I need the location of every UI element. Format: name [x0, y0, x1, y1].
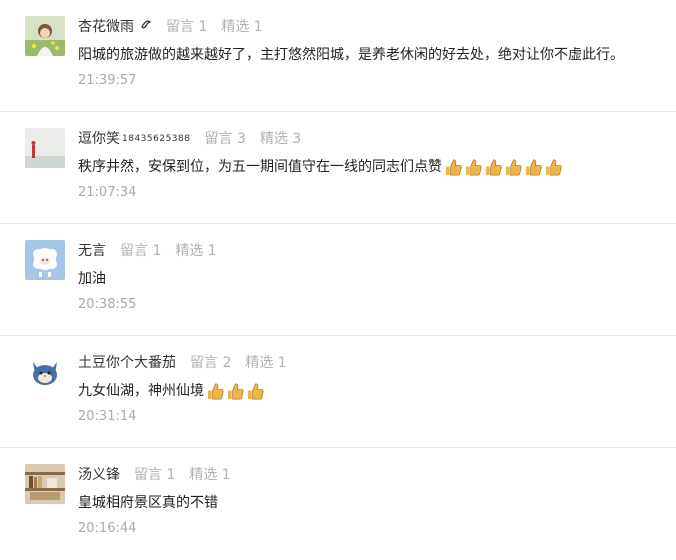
thumbs-up-icon	[206, 382, 225, 401]
thumbs-up-icon	[464, 158, 483, 177]
thumbs-up-icon	[544, 158, 563, 177]
comment-text-content: 加油	[78, 271, 106, 287]
leave-count: 留言 3	[204, 131, 246, 147]
comment-list: 杏花微雨 留言 1 精选 1 阳城的旅游做的越来越好了，主打悠然阳城，是养老休闲…	[0, 0, 676, 559]
pick-count: 精选 1	[189, 467, 231, 483]
comment-time: 20:16:44	[78, 521, 137, 536]
comment-meta: 逗你笑 18435625388 留言 3 精选 3	[78, 129, 301, 149]
avatar-sunset-silhouette[interactable]	[25, 128, 65, 168]
leave-count: 留言 1	[134, 467, 176, 483]
swirl-icon	[140, 17, 152, 37]
avatar-girl-in-field[interactable]	[25, 16, 65, 56]
comment-time: 21:39:57	[78, 73, 137, 88]
comment-meta: 汤义锋 留言 1 精选 1	[78, 465, 231, 485]
comment-text: 九女仙湖，神州仙境	[78, 381, 266, 401]
nickname[interactable]: 汤义锋	[78, 465, 120, 485]
leave-count: 留言 1	[166, 19, 208, 35]
avatar-bookshelf[interactable]	[25, 464, 65, 504]
comment-meta: 无言 留言 1 精选 1	[78, 241, 217, 261]
thumbs-up-icon	[246, 382, 265, 401]
comment-text-content: 阳城的旅游做的越来越好了，主打悠然阳城，是养老休闲的好去处，绝对让你不虚此行。	[78, 47, 624, 63]
comment-text: 皇城相府景区真的不错	[78, 493, 218, 513]
comment-meta: 土豆你个大番茄 留言 2 精选 1	[78, 353, 287, 373]
avatar-cartoon-sheep[interactable]	[25, 240, 65, 280]
thumbs-up-icon	[484, 158, 503, 177]
comment-item: 逗你笑 18435625388 留言 3 精选 3 秩序井然，安保到位，为五一期…	[0, 112, 676, 224]
comment-item: 无言 留言 1 精选 1 加油 20:38:55	[0, 224, 676, 336]
thumbs-up-icon	[524, 158, 543, 177]
leave-count: 留言 2	[190, 355, 232, 371]
comment-time: 20:38:55	[78, 297, 137, 312]
comment-item: 汤义锋 留言 1 精选 1 皇城相府景区真的不错 20:16:44	[0, 448, 676, 560]
comment-text: 加油	[78, 269, 106, 289]
comment-text-content: 皇城相府景区真的不错	[78, 495, 218, 511]
comment-time: 20:31:14	[78, 409, 137, 424]
pick-count: 精选 1	[245, 355, 287, 371]
thumbs-up-icon	[226, 382, 245, 401]
comment-text-content: 秩序井然，安保到位，为五一期间值守在一线的同志们点赞	[78, 159, 442, 175]
leave-count: 留言 1	[120, 243, 162, 259]
comment-time: 21:07:34	[78, 185, 137, 200]
avatar-cartoon-cat[interactable]	[25, 352, 65, 392]
comment-item: 土豆你个大番茄 留言 2 精选 1 九女仙湖，神州仙境 20:31:14	[0, 336, 676, 448]
nickname[interactable]: 土豆你个大番茄	[78, 353, 176, 373]
comment-text: 秩序井然，安保到位，为五一期间值守在一线的同志们点赞	[78, 157, 564, 177]
nickname-suffix: 18435625388	[122, 134, 191, 144]
comment-item: 杏花微雨 留言 1 精选 1 阳城的旅游做的越来越好了，主打悠然阳城，是养老休闲…	[0, 0, 676, 112]
nickname[interactable]: 杏花微雨	[78, 17, 134, 37]
comment-meta: 杏花微雨 留言 1 精选 1	[78, 17, 263, 37]
comment-text: 阳城的旅游做的越来越好了，主打悠然阳城，是养老休闲的好去处，绝对让你不虚此行。	[78, 45, 624, 65]
thumbs-up-group	[444, 158, 564, 177]
nickname[interactable]: 逗你笑	[78, 129, 120, 149]
comment-text-content: 九女仙湖，神州仙境	[78, 383, 204, 399]
pick-count: 精选 3	[259, 131, 302, 147]
thumbs-up-icon	[504, 158, 523, 177]
pick-count: 精选 1	[175, 243, 217, 259]
thumbs-up-icon	[444, 158, 463, 177]
pick-count: 精选 1	[221, 19, 263, 35]
nickname[interactable]: 无言	[78, 241, 106, 261]
thumbs-up-group	[206, 382, 266, 401]
